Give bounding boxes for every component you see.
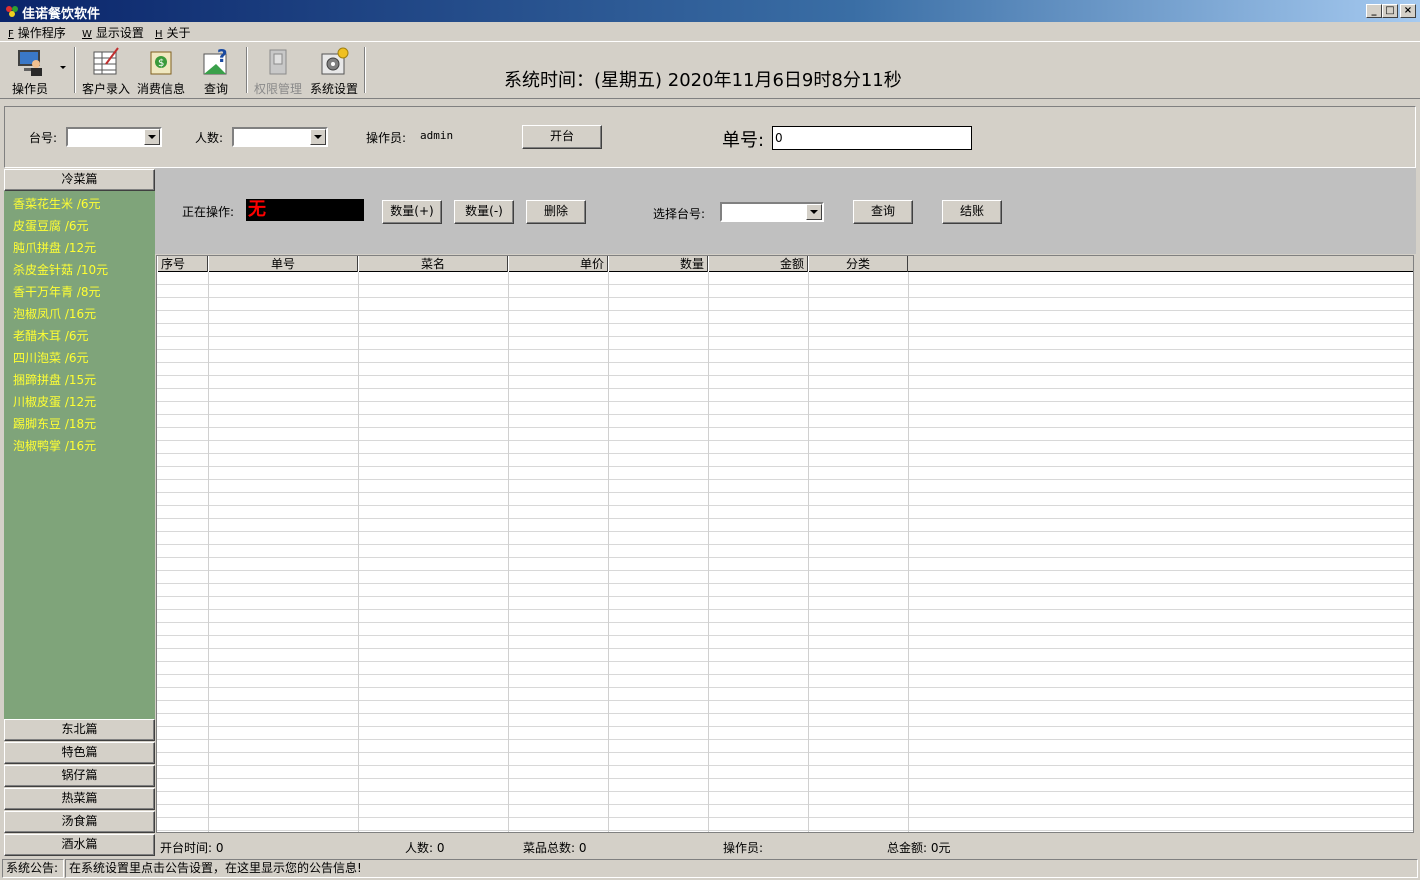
dish-item[interactable]: 川椒皮蛋 /12元 bbox=[13, 393, 96, 410]
column-header-dish-name[interactable]: 菜名 bbox=[358, 256, 508, 272]
dish-item[interactable]: 泡椒鸭掌 /16元 bbox=[13, 437, 96, 454]
customer-entry-icon bbox=[93, 47, 119, 75]
dish-item[interactable]: 香菜花生米 /6元 bbox=[13, 195, 101, 212]
dish-list-panel: 香菜花生米 /6元 皮蛋豆腐 /6元 肫爪拼盘 /12元 杀皮金针菇 /10元 … bbox=[4, 191, 155, 719]
chevron-down-icon[interactable] bbox=[144, 129, 160, 145]
notice-label: 系统公告: bbox=[2, 859, 64, 878]
dish-item[interactable]: 杀皮金针菇 /10元 bbox=[13, 261, 108, 278]
delete-button[interactable]: 删除 bbox=[526, 200, 586, 224]
system-time: 系统时间：(星期五) 2020年11月6日9时8分11秒 bbox=[504, 70, 902, 91]
grid-column-divider bbox=[208, 272, 209, 832]
menu-bar: F 操作程序 W 显示设置 H 关于 bbox=[0, 22, 1420, 41]
grid-column-divider bbox=[708, 272, 709, 832]
svg-text:?: ? bbox=[217, 46, 227, 67]
operator-button[interactable]: 操作员 bbox=[8, 46, 52, 96]
window-title: 佳诺餐饮软件 bbox=[22, 7, 101, 22]
category-soups[interactable]: 汤食篇 bbox=[4, 811, 155, 833]
toolbar-separator bbox=[364, 47, 366, 93]
title-bar: 佳诺餐饮软件 _ □ × bbox=[0, 0, 1420, 22]
open-table-button[interactable]: 开台 bbox=[522, 125, 602, 149]
grid-header: 序号 单号 菜名 单价 数量 金额 分类 bbox=[157, 256, 1413, 272]
grid-column-divider bbox=[908, 272, 909, 832]
operator-icon bbox=[18, 50, 42, 76]
chevron-down-icon[interactable] bbox=[310, 129, 326, 145]
grid-column-divider bbox=[808, 272, 809, 832]
order-no-label: 单号: bbox=[722, 130, 765, 151]
select-table-dropdown[interactable] bbox=[720, 202, 824, 222]
category-specialty[interactable]: 特色篇 bbox=[4, 742, 155, 764]
consumption-info-icon: $ bbox=[150, 51, 172, 75]
chevron-down-icon[interactable] bbox=[806, 204, 822, 220]
operation-bar: 正在操作: 无 数量(+) 数量(-) 删除 选择台号: 查询 结账 bbox=[155, 168, 1416, 254]
operator-value: admin bbox=[420, 129, 454, 142]
permissions-button[interactable]: 权限管理 bbox=[252, 46, 304, 96]
operator-label: 操作员: bbox=[366, 131, 407, 145]
operator-dropdown-icon[interactable] bbox=[60, 66, 66, 69]
query-icon: ? bbox=[203, 46, 227, 75]
stats-bar: 开台时间: 0 人数: 0 菜品总数: 0 操作员: 总金额: 0元 bbox=[156, 836, 1416, 856]
minimize-button[interactable]: _ bbox=[1366, 4, 1382, 18]
dish-total-stat: 菜品总数: 0 bbox=[523, 841, 587, 855]
permissions-icon bbox=[269, 49, 287, 75]
order-no-field[interactable]: 0 bbox=[772, 126, 972, 150]
category-hot-dishes[interactable]: 热菜篇 bbox=[4, 788, 155, 810]
open-time-stat: 开台时间: 0 bbox=[160, 841, 224, 855]
column-header-unit-price[interactable]: 单价 bbox=[508, 256, 608, 272]
qty-minus-button[interactable]: 数量(-) bbox=[454, 200, 514, 224]
dish-item[interactable]: 踢脚东豆 /18元 bbox=[13, 415, 96, 432]
dish-item[interactable]: 老醋木耳 /6元 bbox=[13, 327, 89, 344]
grid-body[interactable] bbox=[157, 272, 1413, 832]
category-cold-dishes[interactable]: 冷菜篇 bbox=[4, 169, 155, 191]
total-amount-stat: 总金额: 0元 bbox=[887, 841, 951, 855]
grid-column-divider bbox=[608, 272, 609, 832]
toolbar-separator bbox=[246, 47, 248, 93]
dish-item[interactable]: 皮蛋豆腐 /6元 bbox=[13, 217, 89, 234]
column-header-category[interactable]: 分类 bbox=[808, 256, 908, 272]
toolbar-separator bbox=[74, 47, 76, 93]
query-toolbar-button[interactable]: ? 查询 bbox=[196, 46, 236, 96]
order-grid[interactable]: 序号 单号 菜名 单价 数量 金额 分类 bbox=[156, 255, 1414, 833]
category-drinks[interactable]: 酒水篇 bbox=[4, 834, 155, 856]
column-header-quantity[interactable]: 数量 bbox=[608, 256, 708, 272]
column-header-amount[interactable]: 金额 bbox=[708, 256, 808, 272]
close-button[interactable]: × bbox=[1400, 4, 1416, 18]
notice-text: 在系统设置里点击公告设置，在这里显示您的公告信息! bbox=[65, 859, 1418, 878]
notice-bar: 系统公告: 在系统设置里点击公告设置，在这里显示您的公告信息! bbox=[0, 858, 1420, 880]
customer-entry-button[interactable]: 客户录入 bbox=[80, 46, 132, 96]
system-settings-button[interactable]: 系统设置 bbox=[308, 46, 360, 96]
app-icon bbox=[6, 6, 18, 17]
people-select[interactable] bbox=[232, 127, 328, 147]
grid-column-divider bbox=[508, 272, 509, 832]
menu-about[interactable]: H 关于 bbox=[155, 24, 191, 41]
grid-column-divider bbox=[358, 272, 359, 832]
table-label: 台号: bbox=[29, 131, 58, 145]
dish-item[interactable]: 香干万年青 /8元 bbox=[13, 283, 101, 300]
menu-display-settings[interactable]: W 显示设置 bbox=[82, 24, 144, 41]
dish-item[interactable]: 泡椒凤爪 /16元 bbox=[13, 305, 96, 322]
checkout-button[interactable]: 结账 bbox=[942, 200, 1002, 224]
qty-plus-button[interactable]: 数量(+) bbox=[382, 200, 442, 224]
query-button[interactable]: 查询 bbox=[853, 200, 913, 224]
dish-item[interactable]: 四川泡菜 /6元 bbox=[13, 349, 89, 366]
operator-stat: 操作员: bbox=[723, 841, 764, 855]
menu-operations[interactable]: F 操作程序 bbox=[8, 24, 66, 41]
maximize-button[interactable]: □ bbox=[1382, 4, 1398, 18]
table-select[interactable] bbox=[66, 127, 162, 147]
category-northeast[interactable]: 东北篇 bbox=[4, 719, 155, 741]
category-pot[interactable]: 锅仔篇 bbox=[4, 765, 155, 787]
current-op-label: 正在操作: bbox=[182, 205, 235, 219]
settings-icon bbox=[321, 47, 349, 75]
svg-text:$: $ bbox=[158, 58, 164, 69]
people-label: 人数: bbox=[195, 131, 224, 145]
people-stat: 人数: 0 bbox=[405, 841, 445, 855]
dish-item[interactable]: 捆蹄拼盘 /15元 bbox=[13, 371, 96, 388]
column-header-seq[interactable]: 序号 bbox=[157, 256, 208, 272]
select-table-label: 选择台号: bbox=[653, 207, 706, 221]
current-op-display: 无 bbox=[246, 199, 364, 221]
consumption-info-button[interactable]: $ 消费信息 bbox=[135, 46, 187, 96]
dish-item[interactable]: 肫爪拼盘 /12元 bbox=[13, 239, 96, 256]
column-header-order-no[interactable]: 单号 bbox=[208, 256, 358, 272]
